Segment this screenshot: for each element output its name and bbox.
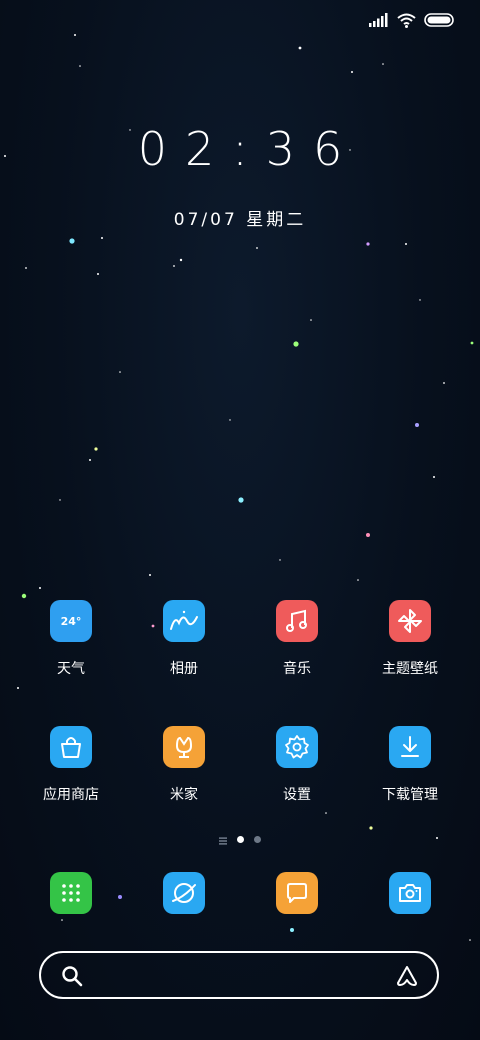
app-label: 米家 [170, 787, 198, 803]
camera-icon [389, 872, 431, 914]
page-dot[interactable] [254, 836, 261, 843]
home-pages-icon[interactable] [219, 830, 227, 849]
mi-home-icon [163, 726, 205, 768]
app-label: 应用商店 [43, 787, 99, 803]
app-downloads[interactable]: 下载管理 [360, 726, 460, 804]
page-indicator[interactable] [0, 830, 480, 849]
dock-browser[interactable] [134, 872, 234, 914]
battery-icon [424, 13, 454, 27]
music-icon [276, 600, 318, 642]
app-label: 音乐 [283, 661, 311, 677]
app-music[interactable]: 音乐 [247, 600, 347, 678]
search-icon[interactable] [61, 965, 83, 987]
search-bar[interactable] [39, 951, 439, 999]
app-gallery[interactable]: 相册 [134, 600, 234, 678]
messages-icon [276, 872, 318, 914]
dock-messages[interactable] [247, 872, 347, 914]
app-settings[interactable]: 设置 [247, 726, 347, 804]
page-dot-active[interactable] [237, 836, 244, 843]
assistant-icon[interactable] [395, 964, 419, 988]
weather-temperature: 24° [60, 614, 82, 628]
app-label: 下载管理 [382, 787, 438, 803]
app-mi-home[interactable]: 米家 [134, 726, 234, 804]
gallery-icon [163, 600, 205, 642]
clock-time[interactable]: 02:36 [0, 122, 480, 176]
weather-icon: 24° [50, 600, 92, 642]
themes-icon [389, 600, 431, 642]
dock-phone[interactable] [21, 872, 121, 914]
wifi-icon [397, 13, 416, 28]
dock-camera[interactable] [360, 872, 460, 914]
downloads-icon [389, 726, 431, 768]
signal-icon [369, 13, 388, 27]
app-weather[interactable]: 24° 天气 [21, 600, 121, 678]
app-label: 设置 [283, 787, 311, 803]
app-label: 天气 [57, 661, 85, 677]
status-bar [369, 10, 454, 30]
app-label: 相册 [170, 661, 198, 677]
phone-dialer-icon [50, 872, 92, 914]
app-app-store[interactable]: 应用商店 [21, 726, 121, 804]
app-store-icon [50, 726, 92, 768]
settings-icon [276, 726, 318, 768]
app-themes[interactable]: 主题壁纸 [360, 600, 460, 678]
app-label: 主题壁纸 [382, 661, 438, 677]
browser-icon [163, 872, 205, 914]
clock-date: 07/07 星期二 [173, 210, 307, 230]
